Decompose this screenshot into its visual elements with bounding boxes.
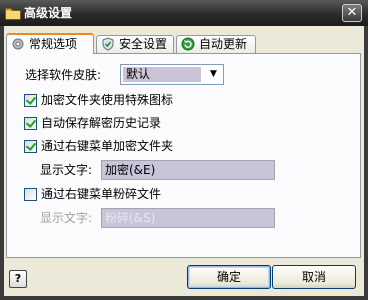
encrypt-display-label: 显示文字: [40, 163, 93, 177]
skin-select-value: 默认 [123, 67, 201, 82]
window-title: 高级设置 [24, 6, 73, 20]
context-encrypt-label: 通过右键菜单加密文件夹 [41, 139, 174, 153]
window-border-right [364, 26, 368, 300]
tab-strip: 常规选项 安全设置 自动更新 [6, 33, 362, 54]
encrypt-display-field[interactable]: 加密(&E) [101, 160, 275, 180]
autosave-history-checkbox[interactable] [24, 117, 37, 130]
shield-icon [101, 37, 115, 51]
update-icon [181, 37, 195, 51]
title-bar[interactable]: 高级设置 ✕ [0, 0, 368, 26]
tab-security[interactable]: 安全设置 [96, 35, 174, 53]
help-button[interactable]: ? [9, 270, 27, 288]
window-border-left [0, 26, 4, 300]
context-shred-checkbox[interactable] [24, 188, 37, 201]
tab-auto-update[interactable]: 自动更新 [176, 35, 256, 53]
skin-select[interactable]: 默认 ▼ [120, 64, 224, 85]
autosave-history-label: 自动保存解密历史记录 [41, 116, 162, 130]
tab-auto-update-label: 自动更新 [199, 37, 248, 51]
close-icon: ✕ [346, 5, 358, 20]
context-encrypt-checkbox[interactable] [24, 140, 37, 153]
general-options-panel: 选择软件皮肤: 默认 ▼ 加密文件夹使用特殊图标 自动保存解密历史记录 通过右键… [6, 53, 361, 258]
ok-button-label: 确定 [216, 270, 241, 284]
shred-display-field: 粉碎(&S) [101, 208, 275, 228]
context-shred-label: 通过右键菜单粉碎文件 [41, 187, 162, 201]
app-folder-icon [5, 5, 21, 21]
skin-label: 选择软件皮肤: [25, 68, 102, 82]
close-button[interactable]: ✕ [342, 4, 362, 22]
cancel-button-label: 取消 [301, 270, 326, 284]
special-icon-checkbox[interactable] [24, 94, 37, 107]
cancel-button[interactable]: 取消 [272, 265, 356, 289]
special-icon-label: 加密文件夹使用特殊图标 [41, 93, 174, 107]
help-icon: ? [14, 272, 22, 285]
window-border-bottom [0, 296, 368, 300]
tab-security-label: 安全设置 [119, 37, 168, 51]
tab-general[interactable]: 常规选项 [6, 33, 94, 54]
shred-display-label: 显示文字: [40, 211, 93, 225]
tab-general-label: 常规选项 [29, 37, 78, 51]
settings-dialog: 高级设置 ✕ 常规选项 安全设置 自动更新 选择软件皮肤: 默认 ▼ 加密文件夹… [0, 0, 368, 300]
chevron-down-icon[interactable]: ▼ [205, 66, 222, 83]
gear-icon [11, 37, 25, 51]
ok-button[interactable]: 确定 [187, 265, 271, 289]
